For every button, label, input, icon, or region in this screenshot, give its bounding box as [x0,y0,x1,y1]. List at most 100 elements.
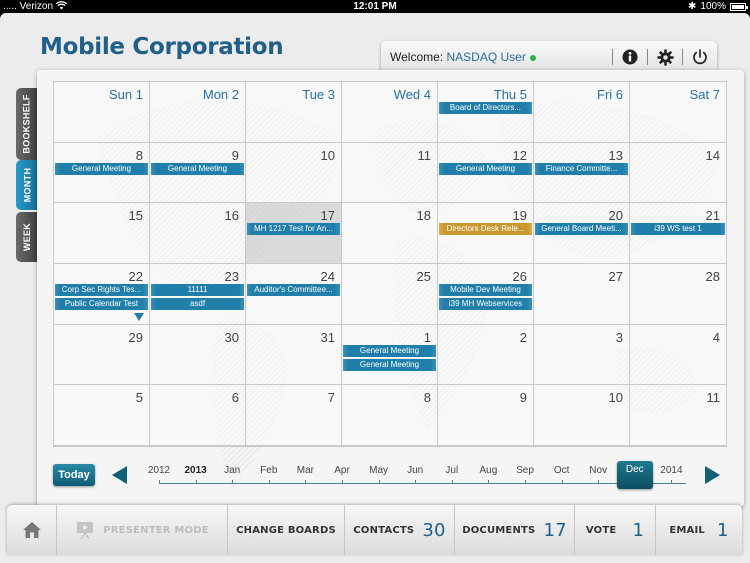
calendar-event[interactable]: Corp Sec Rights Tes... [55,284,148,296]
calendar-day-cell[interactable]: 6 [150,385,246,446]
contacts-button[interactable]: CONTACTS 30 [345,505,455,555]
calendar-day-cell[interactable]: Fri 6 [534,82,630,143]
timeline-item[interactable]: May [361,462,397,484]
documents-button[interactable]: DOCUMENTS 17 [455,505,575,555]
timeline-item[interactable]: 2013 [178,462,214,484]
calendar-day-cell[interactable]: Sat 7 [630,82,726,143]
calendar-day-cell[interactable]: 14 [630,142,726,204]
email-button[interactable]: EMAIL 1 [656,505,742,555]
calendar-day-cell[interactable]: 28 [630,264,726,325]
more-events-arrow-icon[interactable] [134,312,144,321]
timeline-label: Oct [553,465,570,476]
vote-button[interactable]: VOTE 1 [575,505,656,555]
calendar-day-cell[interactable]: 25 [342,264,438,325]
calendar-day-cell[interactable]: 24 Auditor's Committee... [246,264,342,325]
info-icon[interactable] [621,48,639,66]
tab-bookshelf[interactable]: BOOKSHELF [16,88,38,160]
calendar-day-cell[interactable]: Tue 3 [246,82,342,143]
calendar-day-cell[interactable]: Mon 2 [150,82,246,143]
power-icon[interactable] [691,48,709,66]
calendar-day-cell[interactable]: 8 [342,385,438,446]
calendar-event[interactable]: General Meeting [439,162,532,175]
calendar-day-cell[interactable]: 15 [54,203,150,264]
timeline-item[interactable]: Sep [507,462,543,484]
calendar-day-cell[interactable]: 23 11111 asdf [150,264,246,325]
calendar-day-cell[interactable]: 9 General Meeting [150,142,246,204]
timeline-item[interactable]: Jun [397,462,433,484]
user-name[interactable]: NASDAQ User [446,50,525,64]
calendar-event[interactable]: Finance Committe... [535,162,628,175]
timeline-item[interactable]: Jul [434,462,470,484]
calendar-day-cell[interactable]: 4 [630,324,726,386]
home-button[interactable] [7,505,57,555]
calendar-day-cell[interactable]: 17 MH 1217 Test for An... [246,203,342,264]
calendar-event[interactable]: General Meeting [151,162,244,175]
presenter-mode-button[interactable]: PRESENTER MODE [57,505,228,555]
timeline-item[interactable]: Aug [470,462,506,484]
timeline-item[interactable]: 2014 [653,462,689,484]
timeline-item[interactable]: 2012 [141,462,177,484]
calendar-event[interactable]: General Meeting [55,162,148,175]
calendar-event[interactable]: General Meeting [343,358,436,371]
timeline-item[interactable]: Jan [214,462,250,484]
day-number: 11 [706,390,721,406]
calendar-day-cell[interactable]: 9 [438,385,534,446]
calendar-event[interactable]: i39 WS test 1 [631,223,725,236]
change-boards-button[interactable]: CHANGE BOARDS [228,505,345,555]
calendar-event[interactable]: Public Calendar Test [55,298,148,310]
calendar-day-cell[interactable]: 27 [534,264,630,325]
today-button[interactable]: Today [53,464,95,486]
calendar-day-cell[interactable]: 13 Finance Committe... [534,142,630,204]
calendar-day-cell[interactable]: 10 [534,385,630,446]
calendar-day-cell[interactable]: 2 [438,324,534,386]
previous-arrow-icon[interactable] [112,466,127,484]
calendar-day-cell[interactable]: Sun 1 [54,82,150,143]
timeline-label: Dec [616,461,653,489]
timeline-item[interactable]: Feb [251,462,287,484]
calendar-day-cell[interactable]: 30 [150,324,246,386]
calendar-event[interactable]: Directors Desk Rele... [439,223,532,236]
calendar-day-cell[interactable]: 8 General Meeting [54,142,150,204]
calendar-event[interactable]: General Board Meeti... [535,223,628,236]
calendar-day-cell[interactable]: 20 General Board Meeti... [534,203,630,264]
calendar-day-cell[interactable]: 1 General Meeting General Meeting [342,324,438,386]
calendar-day-cell[interactable]: 3 [534,324,630,386]
calendar-day-cell[interactable]: 11 [630,385,726,446]
calendar-day-cell[interactable]: 11 [342,142,438,204]
calendar-event[interactable]: General Meeting [343,344,436,357]
calendar-event[interactable]: Board of Directors... [439,102,532,114]
calendar-day-cell[interactable]: 16 [150,203,246,264]
next-arrow-icon[interactable] [705,466,720,484]
timeline-item[interactable]: Mar [287,462,323,484]
calendar-day-cell[interactable]: 7 [246,385,342,446]
calendar-event[interactable]: asdf [151,298,244,310]
calendar-event[interactable]: 11111 [151,284,244,296]
calendar-day-cell[interactable]: 26 Mobile Dev Meeting i39 MH Webservices [438,264,534,325]
timeline-item[interactable]: Nov [580,462,616,484]
calendar-day-cell[interactable]: 10 [246,142,342,204]
timeline-item-selected[interactable]: Dec [616,461,653,489]
calendar-day-cell[interactable]: 31 [246,324,342,386]
calendar-event[interactable]: MH 1217 Test for An... [247,223,340,236]
timeline-scrubber[interactable]: 2012 2013 Jan Feb Mar Apr May Jun Jul Aug Sep Oct No… [148,461,698,492]
calendar-day-cell[interactable]: Wed 4 [342,82,438,143]
timeline-item[interactable]: Oct [544,462,580,484]
tab-month[interactable]: MONTH [16,160,38,210]
calendar-day-cell[interactable]: Thu 5 Board of Directors... [438,82,534,143]
calendar-event[interactable]: Mobile Dev Meeting [439,284,532,296]
calendar-event[interactable]: Auditor's Committee... [247,284,340,296]
calendar-day-cell[interactable]: 21 i39 WS test 1 [630,203,726,264]
calendar-day-cell[interactable]: 5 [54,385,150,446]
calendar-day-cell[interactable]: 19 Directors Desk Rele... [438,203,534,264]
calendar-day-cell[interactable]: 22 Corp Sec Rights Tes... Public Calendar … [54,264,150,325]
tab-week[interactable]: WEEK [16,212,38,262]
gear-icon[interactable] [656,48,674,66]
calendar-event[interactable]: i39 MH Webservices [439,298,532,310]
presenter-icon [77,522,94,540]
calendar-day-cell[interactable]: 29 [54,324,150,386]
timeline-item[interactable]: Apr [324,462,360,484]
calendar-day-cell[interactable]: 12 General Meeting [438,142,534,204]
timeline-label: Jun [407,465,424,476]
calendar-day-cell[interactable]: 18 [342,203,438,264]
day-number: 6 [231,390,239,406]
